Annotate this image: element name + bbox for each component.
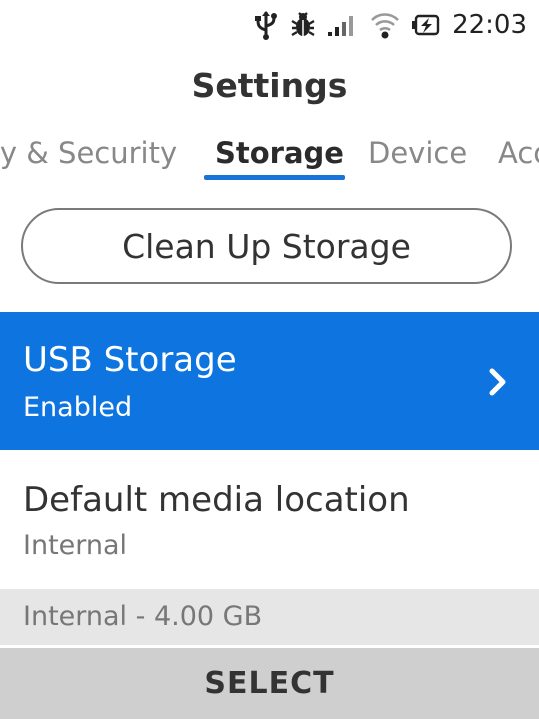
softkey-select-button[interactable]: SELECT xyxy=(0,648,539,719)
usb-storage-status: Enabled xyxy=(23,392,133,423)
clean-up-storage-button[interactable]: Clean Up Storage xyxy=(21,208,512,284)
tab-account[interactable]: Account xyxy=(498,130,539,180)
default-media-location-item[interactable]: Default media location Internal xyxy=(0,450,539,589)
bug-icon xyxy=(290,11,316,39)
tab-storage[interactable]: Storage xyxy=(215,130,344,180)
active-tab-indicator xyxy=(204,175,345,180)
page-title: Settings xyxy=(191,66,348,105)
usb-icon xyxy=(254,10,278,40)
tab-device[interactable]: Device xyxy=(368,130,467,180)
status-icons: 22:03 xyxy=(254,8,527,42)
status-bar: 22:03 xyxy=(0,0,539,50)
internal-storage-section-header: Internal - 4.00 GB xyxy=(0,589,539,645)
signal-icon xyxy=(328,13,358,37)
default-media-location-title: Default media location xyxy=(23,480,410,520)
tab-privacy-security[interactable]: Privacy & Security xyxy=(0,130,177,180)
tab-bar: Privacy & Security Storage Device Accoun… xyxy=(0,130,539,182)
usb-storage-item[interactable]: USB Storage Enabled xyxy=(0,312,539,450)
internal-storage-label: Internal - 4.00 GB xyxy=(23,601,263,632)
usb-storage-title: USB Storage xyxy=(23,340,237,380)
chevron-right-icon xyxy=(489,368,507,400)
default-media-location-value: Internal xyxy=(23,530,128,561)
battery-charging-icon xyxy=(412,14,440,36)
clock-time: 22:03 xyxy=(452,10,527,40)
wifi-icon xyxy=(370,11,400,39)
